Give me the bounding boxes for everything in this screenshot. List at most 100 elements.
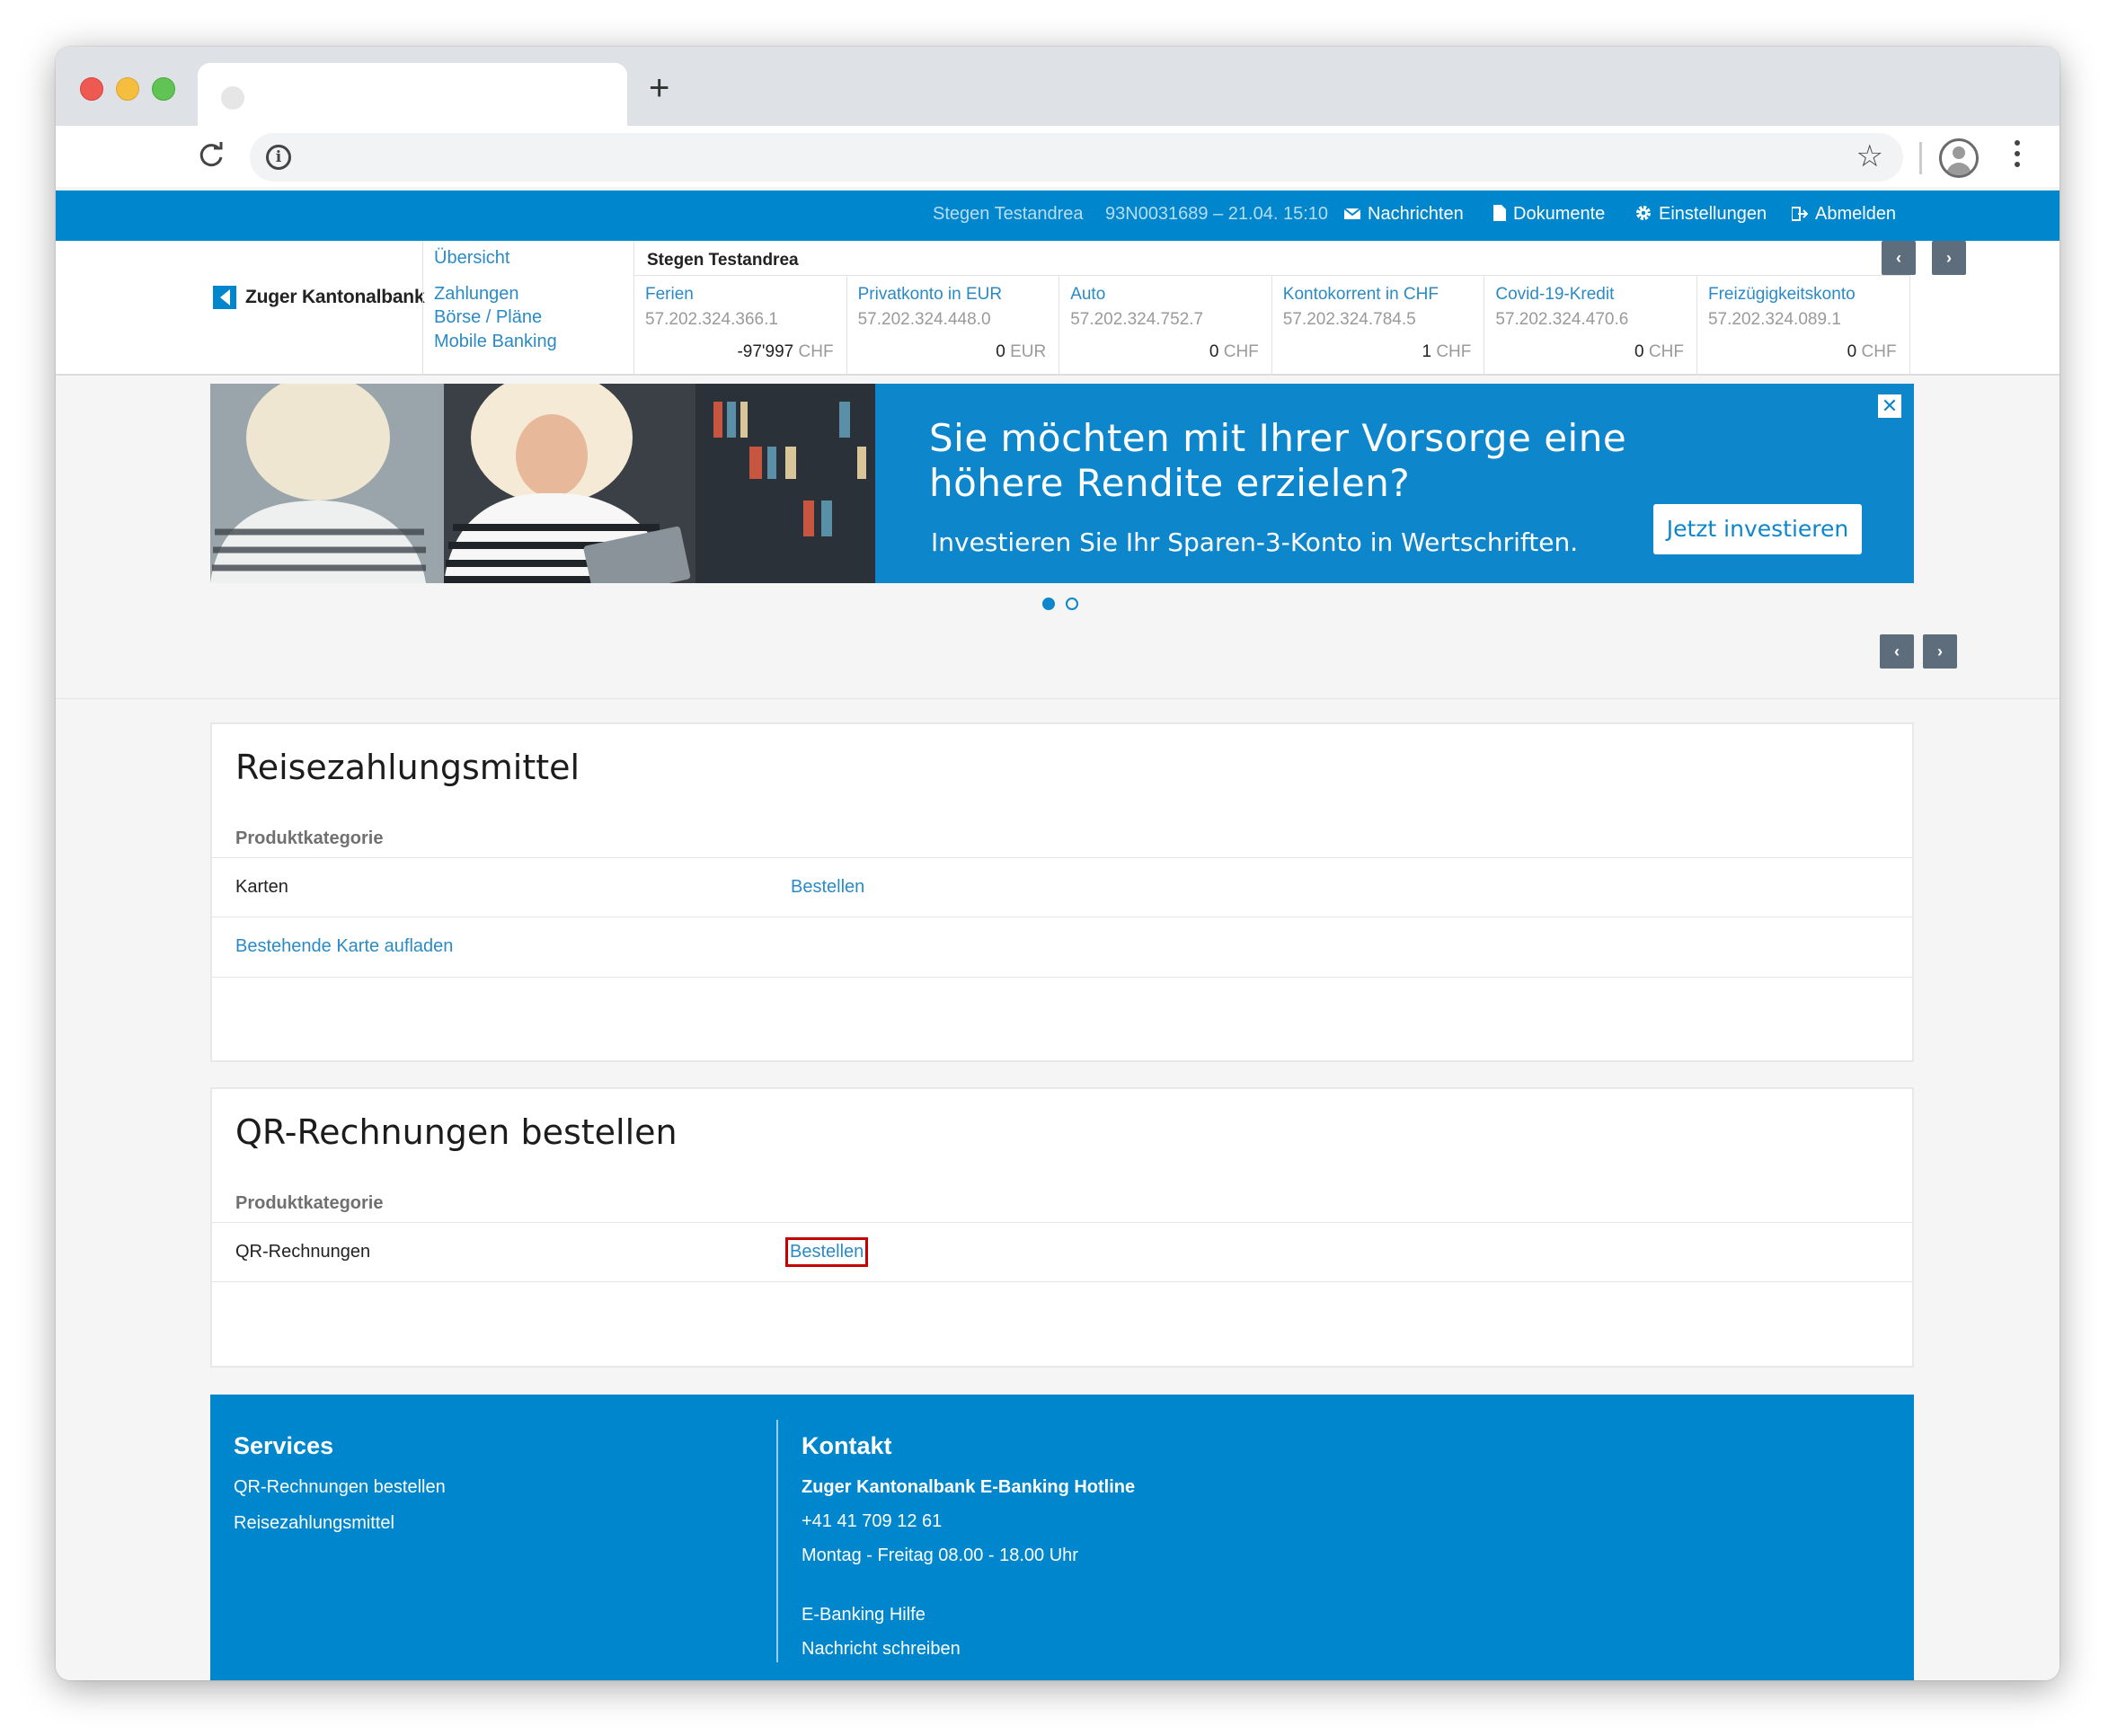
banner-prev-button[interactable]: ‹ [1880, 634, 1914, 669]
banner-photo [210, 384, 875, 583]
row-divider [212, 977, 1912, 978]
envelope-icon [1344, 208, 1360, 219]
footer-divider [776, 1420, 778, 1662]
card-title: QR-Rechnungen bestellen [235, 1112, 678, 1152]
main-nav: Übersicht Zahlungen Börse / Pläne Mobile… [422, 241, 634, 376]
card-title: Reisezahlungsmittel [235, 748, 580, 787]
logout-link[interactable]: Abmelden [1792, 204, 1896, 225]
account-tile[interactable]: Auto 57.202.324.752.7 0 CHF [1059, 276, 1272, 376]
balance-amount: 0 [1634, 342, 1644, 361]
messages-link[interactable]: Nachrichten [1344, 204, 1464, 225]
table-row: Bestehende Karte aufladen [212, 917, 1912, 976]
banner-headline-line-2: höhere Rendite erzielen? [929, 461, 1411, 505]
order-cards-link[interactable]: Bestellen [791, 877, 864, 898]
travel-payment-card: Reisezahlungsmittel Produktkategorie Kar… [210, 722, 1914, 1062]
account-tile[interactable]: Freizügigkeitskonto 57.202.324.089.1 0 C… [1697, 276, 1910, 376]
bookmark-star-icon[interactable]: ☆ [1856, 138, 1883, 174]
banner-close-icon[interactable]: ✕ [1878, 394, 1901, 418]
opening-hours: Montag - Freitag 08.00 - 18.00 Uhr [802, 1546, 1078, 1565]
footer: Services QR-Rechnungen bestellen Reiseza… [210, 1395, 1914, 1680]
write-message-link[interactable]: Nachricht schreiben [802, 1639, 961, 1660]
minimize-window-button[interactable] [116, 77, 139, 101]
product-name: QR-Rechnungen [235, 1242, 371, 1262]
bank-logo[interactable]: Zuger Kantonalbank [213, 286, 425, 309]
reload-card-link[interactable]: Bestehende Karte aufladen [235, 936, 453, 957]
account-number: 57.202.324.784.5 [1282, 310, 1416, 329]
product-name: Karten [235, 877, 288, 897]
account-name: Freizügigkeitskonto [1707, 285, 1856, 304]
nav-payments[interactable]: Zahlungen [434, 284, 519, 305]
account-name: Kontokorrent in CHF [1282, 285, 1439, 304]
balance-amount: 0 [1847, 342, 1857, 361]
browser-toolbar: i ☆ [56, 126, 2059, 187]
bank-logo-icon [213, 286, 236, 309]
category-label: Produktkategorie [235, 1193, 384, 1213]
settings-link[interactable]: Einstellungen [1635, 204, 1767, 225]
documents-link[interactable]: Dokumente [1493, 204, 1605, 225]
logout-label: Abmelden [1815, 204, 1897, 224]
footer-link-qr[interactable]: QR-Rechnungen bestellen [234, 1477, 446, 1498]
hotline-phone[interactable]: +41 41 709 12 61 [802, 1511, 942, 1532]
account-tile[interactable]: Privatkonto in EUR 57.202.324.448.0 0 EU… [847, 276, 1060, 376]
account-balance: 0 CHF [1847, 342, 1897, 362]
new-tab-button[interactable]: + [649, 70, 669, 106]
carousel-indicators [1042, 598, 1078, 610]
contact-title: Kontakt [802, 1432, 892, 1459]
account-number: 57.202.324.752.7 [1070, 310, 1204, 329]
reload-icon[interactable] [196, 140, 226, 171]
balance-amount: 0 [996, 342, 1005, 361]
browser-window: + i ☆ Stegen Testandrea 93N0031689 – 21.… [56, 47, 2059, 1680]
banner-headline-line-1: Sie möchten mit Ihrer Vorsorge eine [929, 416, 1627, 460]
nav-exchange[interactable]: Börse / Pläne [434, 307, 542, 328]
info-icon[interactable]: i [266, 145, 291, 170]
account-name: Auto [1070, 285, 1106, 304]
maximize-window-button[interactable] [152, 77, 175, 101]
browser-tabbar: + [56, 47, 2059, 128]
bank-header: Zuger Kantonalbank Übersicht Zahlungen B… [56, 241, 2059, 376]
account-name: Covid-19-Kredit [1495, 285, 1615, 304]
balance-currency: CHF [1648, 342, 1684, 361]
banner-next-button[interactable]: › [1923, 634, 1957, 669]
account-number: 57.202.324.089.1 [1707, 310, 1841, 329]
bank-name: Zuger Kantonalbank [245, 287, 425, 307]
account-name: Ferien [645, 285, 694, 304]
carousel-dot[interactable] [1042, 598, 1055, 610]
account-balance: 0 EUR [996, 342, 1046, 362]
category-label: Produktkategorie [235, 828, 384, 848]
accounts-prev-button[interactable]: ‹ [1882, 241, 1916, 275]
order-qr-invoices-link[interactable]: Bestellen [784, 1237, 869, 1267]
account-balance: 0 CHF [1634, 342, 1684, 362]
ebanking-help-link[interactable]: E-Banking Hilfe [802, 1605, 926, 1625]
close-window-button[interactable] [80, 77, 103, 101]
balance-currency: EUR [1010, 342, 1047, 361]
account-balance: 1 CHF [1422, 342, 1471, 362]
account-name: Privatkonto in EUR [857, 285, 1003, 304]
profile-avatar-icon[interactable] [1939, 138, 1979, 178]
logout-icon [1792, 207, 1808, 221]
messages-label: Nachrichten [1368, 204, 1464, 224]
footer-link-travel[interactable]: Reisezahlungsmittel [234, 1513, 394, 1534]
browser-tab[interactable] [198, 63, 627, 128]
nav-mobile-banking[interactable]: Mobile Banking [434, 332, 557, 352]
top-bar: Stegen Testandrea 93N0031689 – 21.04. 15… [56, 190, 2059, 241]
invest-now-button[interactable]: Jetzt investieren [1653, 504, 1862, 554]
carousel-dot[interactable] [1066, 598, 1078, 610]
account-tile[interactable]: Ferien 57.202.324.366.1 -97'997 CHF [634, 276, 847, 376]
nav-overview[interactable]: Übersicht [434, 248, 509, 269]
services-title: Services [234, 1432, 334, 1459]
account-tile[interactable]: Kontokorrent in CHF 57.202.324.784.5 1 C… [1272, 276, 1485, 376]
favicon-icon [221, 86, 244, 110]
account-balance: -97'997 CHF [737, 342, 833, 362]
browser-menu-icon[interactable] [2015, 140, 2022, 173]
settings-label: Einstellungen [1659, 204, 1767, 224]
gear-icon [1636, 206, 1651, 220]
balance-currency: CHF [1436, 342, 1472, 361]
balance-currency: CHF [1861, 342, 1897, 361]
user-name: Stegen Testandrea [933, 204, 1084, 224]
account-tile[interactable]: Covid-19-Kredit 57.202.324.470.6 0 CHF [1484, 276, 1697, 376]
banner-subline: Investieren Sie Ihr Sparen-3-Konto in We… [931, 527, 1579, 557]
banner-photo-illustration [210, 384, 875, 583]
address-bar[interactable]: i ☆ [250, 133, 1903, 182]
accounts-next-button[interactable]: › [1932, 241, 1966, 275]
balance-amount: 0 [1209, 342, 1219, 361]
